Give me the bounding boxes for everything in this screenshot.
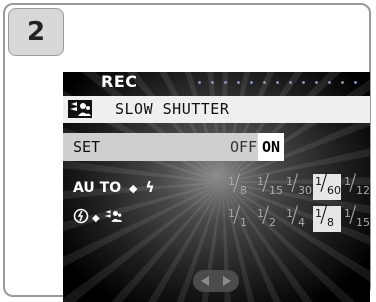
camera-lcd-screen: REC SLOW SHUTTER SET OFF ON AU TO ◆ ϟ 1/… [63, 72, 370, 302]
shutter-speed-option[interactable]: 1/60 [313, 171, 341, 200]
left-right-nav-indicator [193, 270, 239, 292]
left-arrow-icon [201, 276, 209, 286]
fraction-denominator: 8 [240, 184, 247, 197]
fraction-denominator: 60 [327, 184, 341, 197]
set-row: SET OFF ON [63, 133, 370, 161]
set-label: SET [73, 138, 101, 156]
flash-off-icon [73, 208, 89, 228]
shutter-speed-option[interactable]: 1/4 [284, 203, 312, 232]
flash-off-label: ◆ [73, 208, 123, 228]
auto-flash-label: AU TO ◆ ϟ [73, 180, 155, 196]
shutter-speed-option[interactable]: 1/125 [342, 171, 370, 200]
fraction-denominator: 1 [240, 216, 247, 229]
fraction-denominator: 125 [356, 184, 370, 197]
slow-shutter-person-icon [68, 100, 92, 118]
fraction-denominator: 15 [356, 216, 370, 229]
shutter-speed-option[interactable]: 1/8 [226, 171, 254, 200]
shutter-speed-option[interactable]: 1/1 [226, 203, 254, 232]
screen-title: REC [101, 72, 138, 91]
page-indicator-dots [193, 81, 363, 84]
shutter-speed-option[interactable]: 1/15 [342, 203, 370, 232]
right-arrow-icon [223, 276, 231, 286]
set-label-bg: SET [63, 133, 228, 161]
fraction-denominator: 4 [298, 216, 305, 229]
fraction-denominator: 8 [327, 216, 334, 229]
flash-icon: ϟ [145, 180, 155, 196]
step-number-badge: 2 [8, 8, 64, 56]
bullet-diamond: ◆ [128, 182, 138, 195]
flash-off-shutter-speeds: 1/1 1/2 1/4 1/8 1/15 [226, 203, 370, 232]
fraction-denominator: 15 [269, 184, 283, 197]
shutter-speed-option[interactable]: 1/8 [313, 203, 341, 232]
slow-shutter-person-icon [103, 208, 123, 228]
menu-item-slow-shutter[interactable]: SLOW SHUTTER [63, 96, 370, 123]
shutter-speed-option[interactable]: 1/15 [255, 171, 283, 200]
on-option[interactable]: ON [258, 133, 284, 161]
fraction-denominator: 30 [298, 184, 312, 197]
off-option[interactable]: OFF [228, 133, 258, 161]
auto-shutter-speeds: 1/81/151/301/601/125 [226, 171, 370, 200]
bullet-diamond: ◆ [92, 212, 100, 224]
auto-text: AU TO [73, 180, 122, 196]
shutter-speed-option[interactable]: 1/2 [255, 203, 283, 232]
fraction-denominator: 2 [269, 216, 276, 229]
menu-item-label: SLOW SHUTTER [115, 100, 230, 118]
rec-header: REC [63, 72, 370, 92]
shutter-speed-option[interactable]: 1/30 [284, 171, 312, 200]
